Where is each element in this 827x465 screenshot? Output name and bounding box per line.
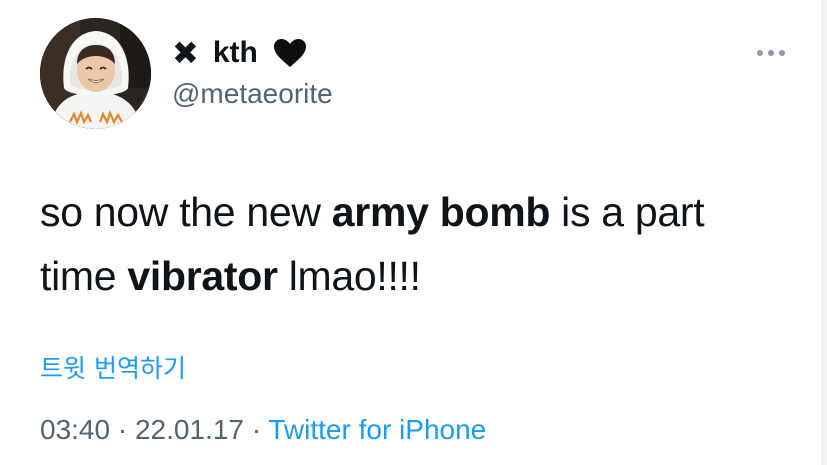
x-mark-icon: ✖ — [172, 35, 199, 71]
tweet-text: so now the new army bomb is a part time … — [40, 180, 780, 308]
avatar[interactable] — [40, 18, 151, 129]
translate-tweet-link[interactable]: 트윗 번역하기 — [40, 349, 186, 385]
display-name[interactable]: ✖ kth — [172, 31, 308, 75]
more-dots-icon — [757, 50, 785, 56]
more-options-button[interactable] — [754, 42, 788, 64]
tweet-text-part: lmao!!!! — [277, 253, 421, 299]
tweet-time[interactable]: 03:40 — [40, 414, 110, 445]
display-name-text: kth — [212, 36, 258, 69]
meta-separator: · — [251, 414, 262, 445]
tweet-source-link[interactable]: Twitter for iPhone — [268, 414, 486, 445]
avatar-image — [40, 18, 151, 129]
black-heart-icon — [272, 37, 308, 69]
tweet-text-part: so now the new — [40, 189, 332, 235]
tweet-metadata: 03:40 · 22.01.17 · Twitter for iPhone — [40, 414, 486, 446]
tweet-text-bold: vibrator — [127, 253, 278, 299]
edge-divider — [821, 0, 827, 465]
tweet-card: ✖ kth @metaeorite so now the new army bo… — [0, 0, 827, 465]
meta-separator: · — [117, 414, 128, 445]
tweet-text-bold: army bomb — [331, 189, 551, 235]
tweet-date[interactable]: 22.01.17 — [135, 414, 244, 445]
user-handle[interactable]: @metaeorite — [172, 78, 333, 110]
